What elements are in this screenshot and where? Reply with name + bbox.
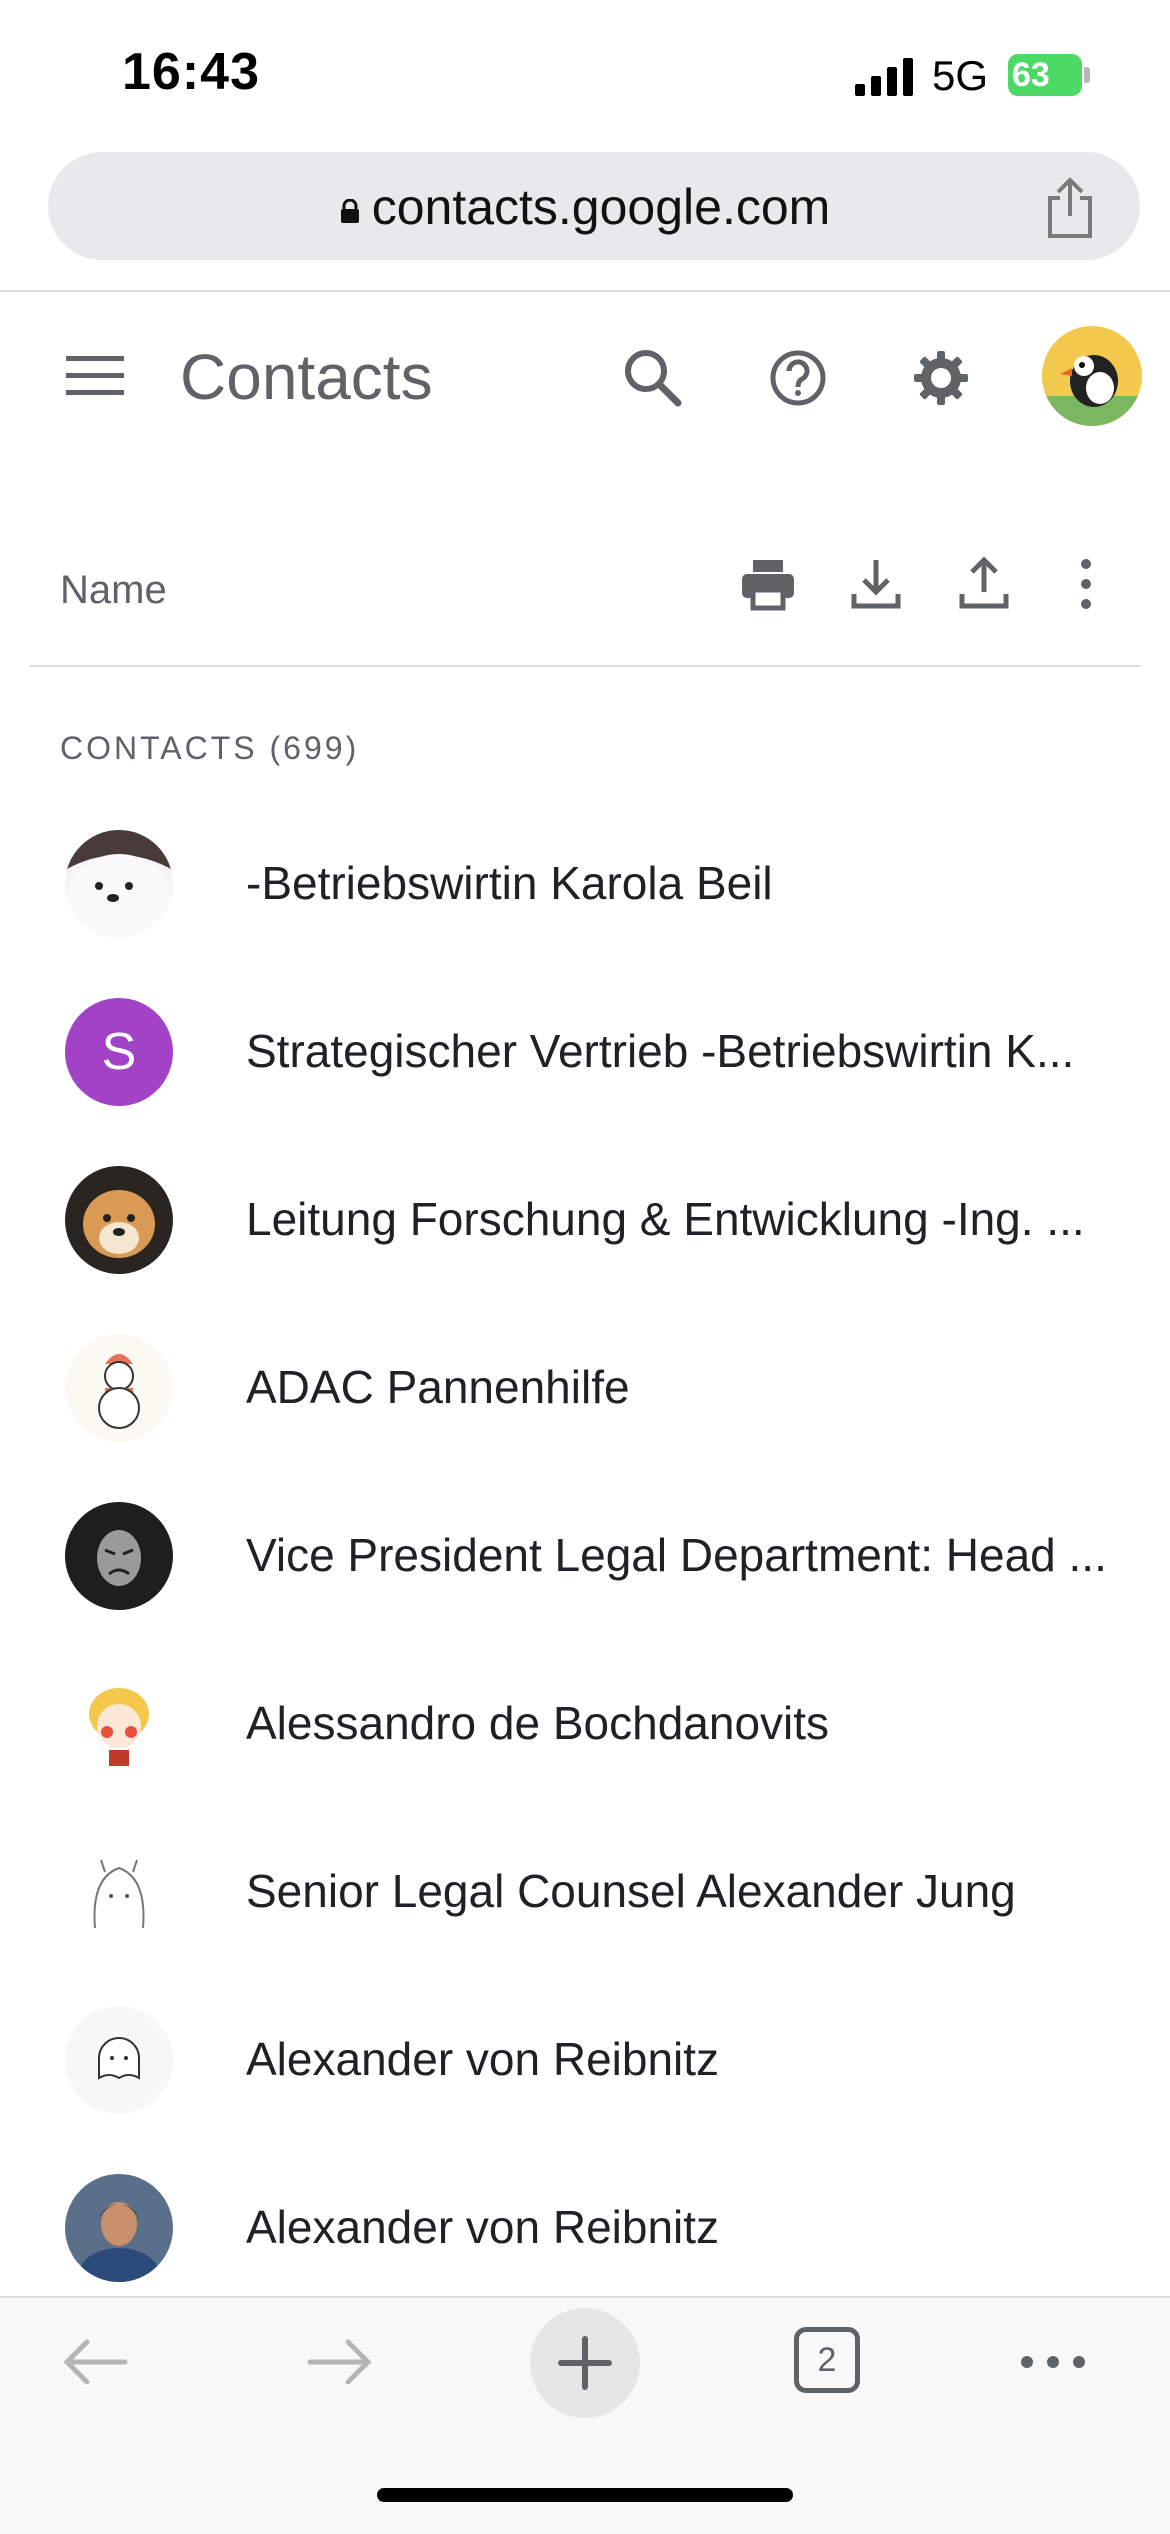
hooded-face-avatar — [65, 1502, 173, 1610]
upload-icon[interactable] — [954, 554, 1014, 614]
ghost-avatar — [65, 2006, 173, 2114]
contact-name: ADAC Pannenhilfe — [246, 1361, 630, 1413]
status-time: 16:43 — [122, 43, 260, 101]
print-icon[interactable] — [738, 554, 798, 614]
shiba-dog-avatar — [65, 1166, 173, 1274]
contact-name: Strategischer Vertrieb -Betriebswirtin K… — [246, 1025, 1075, 1077]
download-icon[interactable] — [846, 554, 906, 614]
forward-arrow-icon[interactable] — [300, 2322, 380, 2402]
snowman-avatar — [65, 1334, 173, 1442]
contacts-section-label: CONTACTS (699) — [60, 730, 360, 766]
plus-icon — [558, 2336, 612, 2390]
contact-row[interactable]: -Betriebswirtin Karola Beil — [0, 800, 1170, 968]
contact-row[interactable]: Alexander von Reibnitz — [0, 2144, 1170, 2312]
lock-icon — [340, 198, 359, 223]
toolbar-divider — [30, 665, 1140, 667]
name-column-header[interactable]: Name — [60, 568, 167, 613]
avatar-initial: S — [101, 1023, 137, 1081]
letter-avatar: S — [65, 998, 173, 1106]
help-icon[interactable] — [765, 345, 831, 411]
settings-gear-icon[interactable] — [908, 345, 974, 411]
contact-name: Alexander von Reibnitz — [246, 2201, 720, 2253]
more-horiz-icon[interactable] — [1013, 2322, 1093, 2402]
contact-name: Alessandro de Bochdanovits — [246, 1697, 830, 1749]
url-text: contacts.google.com — [371, 179, 831, 235]
more-vert-icon[interactable] — [1056, 554, 1116, 614]
contact-row[interactable]: Leitung Forschung & Entwicklung -Ing. ..… — [0, 1136, 1170, 1304]
contact-name: Alexander von Reibnitz — [246, 2033, 720, 2085]
app-title: Contacts — [180, 341, 433, 413]
back-arrow-icon[interactable] — [55, 2322, 135, 2402]
cartoon-girl-avatar — [65, 1670, 173, 1778]
cellular-signal-icon — [855, 58, 913, 96]
contact-name: Leitung Forschung & Entwicklung -Ing. ..… — [246, 1193, 1085, 1245]
battery-level: 63 — [1012, 56, 1050, 94]
contact-row[interactable]: Alessandro de Bochdanovits — [0, 1640, 1170, 1808]
home-indicator[interactable] — [377, 2488, 793, 2502]
sketch-avatar — [65, 1838, 173, 1946]
contact-name: Senior Legal Counsel Alexander Jung — [246, 1865, 1016, 1917]
battery-icon: 63 — [1008, 54, 1090, 96]
search-icon[interactable] — [620, 345, 686, 411]
contact-name: -Betriebswirtin Karola Beil — [246, 857, 773, 909]
share-icon[interactable] — [1040, 176, 1100, 240]
contact-row[interactable]: Alexander von Reibnitz — [0, 1976, 1170, 2144]
contact-row[interactable]: Vice President Legal Department: Head ..… — [0, 1472, 1170, 1640]
account-avatar[interactable] — [1042, 326, 1142, 426]
contact-row[interactable]: Senior Legal Counsel Alexander Jung — [0, 1808, 1170, 1976]
contact-row[interactable]: S Strategischer Vertrieb -Betriebswirtin… — [0, 968, 1170, 1136]
tab-switcher-button[interactable]: 2 — [794, 2327, 860, 2393]
contact-row[interactable]: ADAC Pannenhilfe — [0, 1304, 1170, 1472]
browser-divider — [0, 290, 1170, 292]
puffin-icon — [1042, 326, 1142, 426]
person-photo-avatar — [65, 2174, 173, 2282]
url-text-container[interactable]: contacts.google.com — [0, 178, 1170, 236]
polar-bear-avatar — [65, 830, 173, 938]
contact-name: Vice President Legal Department: Head ..… — [246, 1529, 1107, 1581]
network-type: 5G — [932, 52, 989, 99]
hamburger-menu-icon[interactable] — [66, 354, 124, 398]
